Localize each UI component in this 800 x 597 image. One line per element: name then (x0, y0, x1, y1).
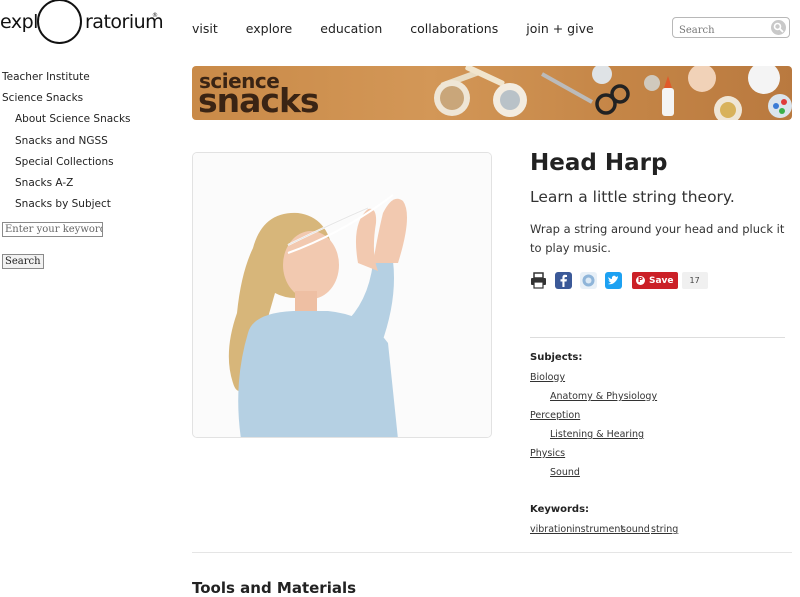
share-bar: P Save 17 (530, 272, 708, 289)
logo-text-left: expl (0, 11, 38, 33)
science-snacks-banner: science snacks (192, 66, 792, 120)
keyword-instrument-link[interactable]: instrument (572, 524, 624, 535)
keyword-vibration-link[interactable]: vibration (530, 524, 572, 535)
subject-perception-link[interactable]: Perception (530, 410, 580, 421)
section-divider (192, 552, 792, 553)
print-icon[interactable] (530, 272, 547, 289)
subject-anatomy-physiology-link[interactable]: Anatomy & Physiology (550, 391, 657, 402)
subject-listening-hearing-link[interactable]: Listening & Hearing (550, 429, 644, 440)
sidebar-item-snacks-a-z[interactable]: Snacks A-Z (2, 175, 182, 196)
banner-materials-illustration (434, 66, 792, 120)
sidebar-item-snacks-by-subject[interactable]: Snacks by Subject (2, 196, 182, 217)
pinterest-save-button[interactable]: P Save (632, 272, 678, 289)
exploratorium-logo[interactable]: expl ratorium ® (0, 0, 164, 46)
sidebar-item-special-collections[interactable]: Special Collections (2, 154, 182, 175)
logo-registered-mark: ® (152, 12, 158, 19)
keyword-sound-link[interactable]: sound (621, 524, 650, 535)
activity-photo (192, 152, 492, 438)
nav-visit[interactable]: visit (192, 21, 218, 36)
page-title: Head Harp (530, 150, 668, 176)
keywords-heading: Keywords: (530, 504, 590, 515)
nav-education[interactable]: education (320, 21, 382, 36)
woman-with-string-image (193, 153, 491, 437)
logo-ring-icon (37, 0, 82, 44)
sidebar: Teacher Institute Science Snacks About S… (2, 69, 182, 270)
facebook-icon[interactable] (555, 272, 572, 289)
sidebar-item-about-science-snacks[interactable]: About Science Snacks (2, 111, 182, 132)
search-icon[interactable] (771, 20, 786, 35)
header-search-box (672, 17, 790, 40)
delicious-icon[interactable] (580, 272, 597, 289)
divider (530, 337, 785, 338)
subjects-heading: Subjects: (530, 352, 583, 363)
sidebar-item-teacher-institute[interactable]: Teacher Institute (2, 69, 182, 90)
subject-biology-link[interactable]: Biology (530, 372, 565, 383)
pinterest-save-label: Save (649, 275, 674, 286)
nav-join-give[interactable]: join + give (526, 21, 593, 36)
subject-sound-link[interactable]: Sound (550, 467, 580, 478)
page-subtitle: Learn a little string theory. (530, 188, 735, 206)
nav-explore[interactable]: explore (246, 21, 292, 36)
keyword-search-input[interactable] (2, 222, 103, 238)
keyword-search-button[interactable]: Search (2, 254, 44, 270)
tools-and-materials-heading: Tools and Materials (192, 579, 357, 597)
top-nav: visit explore education collaborations j… (192, 21, 622, 36)
nav-collaborations[interactable]: collaborations (410, 21, 498, 36)
header-search-input[interactable] (673, 21, 769, 40)
sidebar-item-science-snacks[interactable]: Science Snacks (2, 90, 182, 111)
pin-count: 17 (681, 272, 708, 289)
twitter-icon[interactable] (605, 272, 622, 289)
subject-physics-link[interactable]: Physics (530, 448, 565, 459)
page-description: Wrap a string around your head and pluck… (530, 222, 785, 255)
pinterest-icon: P (636, 276, 645, 285)
keyword-string-link[interactable]: string (651, 524, 678, 535)
sidebar-item-snacks-and-ngss[interactable]: Snacks and NGSS (2, 133, 182, 154)
